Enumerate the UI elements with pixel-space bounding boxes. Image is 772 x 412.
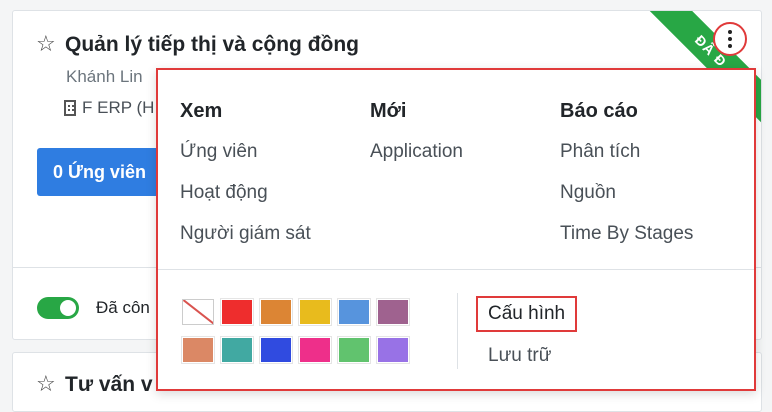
color-swatch[interactable] [182,337,214,363]
color-picker [182,299,409,363]
favorite-star-icon[interactable]: ☆ [36,373,56,395]
job-title-2[interactable]: Tư vấn v [65,373,153,397]
color-swatch[interactable] [260,337,292,363]
menu-item-applicants[interactable]: Ứng viên [180,141,311,182]
view-heading: Xem [180,100,223,122]
vertical-separator [457,293,458,369]
archive-link[interactable]: Lưu trữ [488,345,551,367]
published-toggle[interactable] [37,297,79,319]
company-name: F ERP (H [82,98,155,117]
new-section: Mới Application [370,100,463,182]
company-line: F ERP (H [64,98,154,118]
view-section: Xem Ứng viên Hoạt động Người giám sát [180,100,311,264]
favorite-star-icon[interactable]: ☆ [36,33,56,55]
color-swatch-none[interactable] [182,299,214,325]
job-title[interactable]: Quản lý tiếp thị và cộng đồng [65,33,359,57]
dot [728,44,732,48]
configure-link[interactable]: Cấu hình [476,296,578,332]
building-icon [64,100,76,116]
reports-section: Báo cáo Phân tích Nguồn Time By Stages [560,100,693,264]
kebab-menu-button[interactable] [713,22,747,56]
menu-item-sources[interactable]: Nguồn [560,182,693,223]
color-swatch[interactable] [221,299,253,325]
menu-item-followers[interactable]: Người giám sát [180,223,311,264]
color-swatch[interactable] [338,337,370,363]
menu-item-time-by-stages[interactable]: Time By Stages [560,223,693,264]
color-swatch[interactable] [377,337,409,363]
color-swatch[interactable] [338,299,370,325]
menu-item-activities[interactable]: Hoạt động [180,182,311,223]
color-swatch[interactable] [221,337,253,363]
published-label: Đã côn [96,298,150,317]
dot [728,37,732,41]
color-swatch[interactable] [299,337,331,363]
color-swatch[interactable] [299,299,331,325]
color-swatch[interactable] [377,299,409,325]
reports-heading: Báo cáo [560,100,638,122]
menu-item-analysis[interactable]: Phân tích [560,141,693,182]
new-heading: Mới [370,100,407,122]
card-dropdown-menu: Xem Ứng viên Hoạt động Người giám sát Mớ… [156,68,756,391]
job-subtitle: Khánh Lin [66,67,143,86]
dropdown-divider [158,269,754,270]
menu-item-application[interactable]: Application [370,141,463,182]
color-swatch[interactable] [260,299,292,325]
dot [728,30,732,34]
